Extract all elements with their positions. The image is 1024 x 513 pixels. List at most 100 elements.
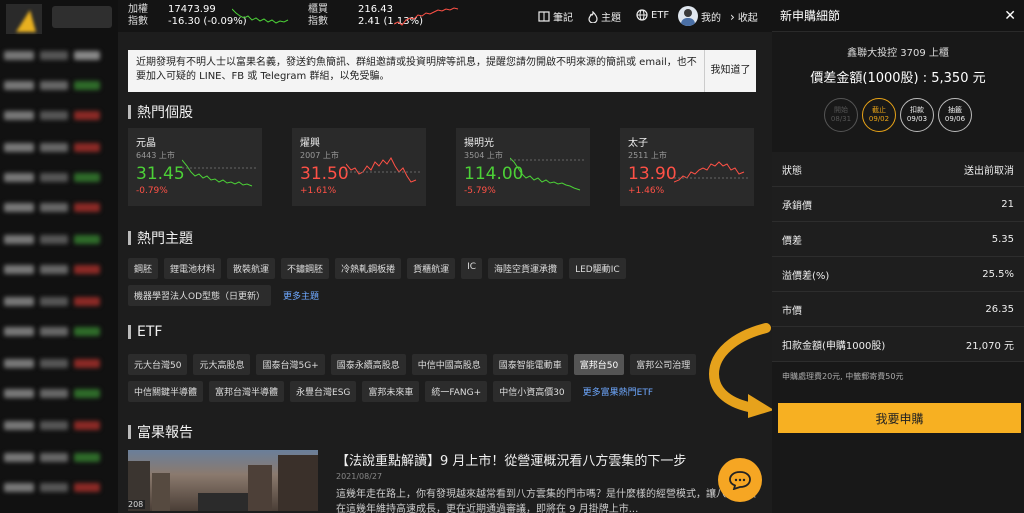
main-content: 近期發現有不明人士以富果名義，發送釣魚簡訊、群組邀請或投資明牌等訊息，提醒您請勿… bbox=[118, 32, 772, 513]
sidebar-row[interactable] bbox=[4, 232, 100, 246]
article-image[interactable]: 208 bbox=[128, 450, 318, 511]
topic-chip[interactable]: 不鏽鋼胚 bbox=[281, 258, 330, 279]
etf-chip[interactable]: 富邦台50 bbox=[573, 354, 625, 375]
notice-text: 近期發現有不明人士以富果名義，發送釣魚簡訊、群組邀請或投資明牌等訊息，提醒您請勿… bbox=[136, 57, 697, 82]
notice-ack-button[interactable]: 我知道了 bbox=[704, 50, 756, 92]
row-value: 25.5% bbox=[982, 268, 1014, 280]
step-date: 09/02 bbox=[868, 115, 890, 123]
sidebar-row[interactable] bbox=[4, 140, 100, 154]
timeline-step: 抽籤 09/06 bbox=[938, 98, 972, 132]
sidebar-row[interactable] bbox=[4, 108, 100, 122]
stock-sparkline bbox=[182, 159, 256, 187]
detail-row: 市價 26.35 bbox=[772, 292, 1024, 327]
step-date: 09/03 bbox=[906, 115, 928, 123]
etf-chip[interactable]: 中信小資高價30 bbox=[493, 381, 571, 402]
topics-title: 熱門主題 bbox=[137, 231, 193, 247]
topic-chip[interactable]: 散裝航運 bbox=[227, 258, 276, 279]
sidebar-row[interactable] bbox=[4, 324, 100, 338]
etf-chips: 元大台灣50 元大高股息 國泰台灣5G+ 國泰永續高股息 中信中國高股息 國泰智… bbox=[128, 354, 758, 402]
stock-card[interactable]: 元晶 6443 上市 31.45 -0.79% bbox=[128, 128, 262, 206]
profile-menu[interactable]: 我的 bbox=[678, 6, 721, 26]
section-title: 熱門主題 bbox=[128, 228, 193, 248]
topic-chip[interactable]: 機器學習法人OD型態（日更新） bbox=[128, 285, 272, 306]
article-title[interactable]: 【法說重點解讀】9 月上市！從營運概況看八方雲集的下一步 bbox=[336, 450, 686, 469]
chat-button[interactable] bbox=[718, 458, 762, 502]
etf-chip[interactable]: 國泰台灣5G+ bbox=[256, 354, 325, 375]
article-date: 2021/08/27 bbox=[336, 472, 383, 481]
topic-chip[interactable]: 貨櫃航運 bbox=[407, 258, 456, 279]
sidebar-row[interactable] bbox=[4, 356, 100, 370]
etf-chip[interactable]: 中信中國高股息 bbox=[411, 354, 487, 375]
topic-chip[interactable]: IC bbox=[461, 258, 483, 279]
index-name-2: 指數 bbox=[128, 16, 148, 27]
topic-chip[interactable]: 冷熱軋鋼板捲 bbox=[335, 258, 402, 279]
phishing-notice: 近期發現有不明人士以富果名義，發送釣魚簡訊、群組邀請或投資明牌等訊息，提醒您請勿… bbox=[128, 50, 756, 92]
sidebar-row[interactable] bbox=[4, 386, 100, 400]
etf-chip[interactable]: 永豐台灣ESG bbox=[290, 381, 357, 402]
sidebar-row[interactable] bbox=[4, 480, 100, 494]
fee-note: 申購處理費20元, 中籤郵寄費50元 bbox=[782, 372, 904, 381]
row-label: 市價 bbox=[782, 305, 802, 317]
more-topics-link[interactable]: 更多主題 bbox=[277, 285, 325, 306]
chevron-right-icon: › bbox=[730, 9, 735, 24]
taiex-sparkline bbox=[232, 8, 289, 24]
close-icon[interactable]: ✕ bbox=[1004, 8, 1016, 24]
sidebar-row[interactable] bbox=[4, 170, 100, 184]
article-excerpt: 這幾年走在路上，你有發現越來越常看到八方雲集的門市嗎？是什麼樣的經營模式，讓八方… bbox=[336, 489, 756, 513]
etf-chip[interactable]: 統一FANG+ bbox=[425, 381, 488, 402]
sidebar-row[interactable] bbox=[4, 48, 100, 62]
topic-chip[interactable]: 鋰電池材料 bbox=[164, 258, 222, 279]
etf-chip[interactable]: 富邦公司治理 bbox=[630, 354, 697, 375]
logo-mark-icon bbox=[16, 10, 36, 32]
sidebar-row[interactable] bbox=[4, 78, 100, 92]
taiex-index[interactable]: 加權 指數 17473.99 -16.30 (-0.09%) bbox=[128, 4, 247, 28]
sidebar-row[interactable] bbox=[4, 450, 100, 464]
topic-chip[interactable]: LED驅動IC bbox=[569, 258, 626, 279]
etf-chip[interactable]: 元大台灣50 bbox=[128, 354, 188, 375]
row-label: 扣款金額(申購1000股) bbox=[782, 340, 886, 352]
etf-chip[interactable]: 元大高股息 bbox=[193, 354, 251, 375]
stock-name: 揚明光 bbox=[464, 138, 494, 149]
sidebar-row[interactable] bbox=[4, 294, 100, 308]
step-label: 扣款 bbox=[910, 106, 924, 114]
row-label: 價差 bbox=[782, 235, 802, 247]
stock-name: 太子 bbox=[628, 138, 648, 149]
subscribe-button[interactable]: 我要申購 bbox=[778, 403, 1021, 433]
topic-chip[interactable]: 海陸空貨運承攬 bbox=[488, 258, 564, 279]
etf-menu[interactable]: ETF bbox=[636, 9, 669, 21]
sidebar-row[interactable] bbox=[4, 262, 100, 276]
book-icon bbox=[538, 11, 550, 22]
stock-card[interactable]: 太子 2511 上市 13.90 +1.46% bbox=[620, 128, 754, 206]
more-etf-link[interactable]: 更多富果熱門ETF bbox=[577, 381, 659, 402]
etf-chip[interactable]: 富邦台灣半導體 bbox=[209, 381, 285, 402]
etf-chip[interactable]: 富邦未來車 bbox=[362, 381, 420, 402]
stock-card[interactable]: 揚明光 3504 上市 114.00 -5.79% bbox=[456, 128, 590, 206]
step-date: 08/31 bbox=[830, 115, 852, 123]
index-name: 櫃買 bbox=[308, 4, 328, 15]
sidebar-search[interactable] bbox=[52, 6, 112, 28]
collapse-button[interactable]: › 收起 bbox=[730, 9, 758, 25]
etf-chip[interactable]: 國泰永續高股息 bbox=[330, 354, 406, 375]
etf-chip[interactable]: 中信關鍵半導體 bbox=[128, 381, 204, 402]
topic-chip[interactable]: 鋼胚 bbox=[128, 258, 159, 279]
ipo-timeline: 開始 08/31 截止 09/02 扣款 09/03 抽籤 09/06 bbox=[772, 98, 1024, 132]
sidebar-row[interactable] bbox=[4, 418, 100, 432]
otc-sparkline bbox=[394, 7, 459, 26]
row-value: 21 bbox=[1001, 198, 1014, 210]
otc-index[interactable]: 櫃買 指數 216.43 2.41 (1.13%) bbox=[308, 4, 423, 28]
flame-icon bbox=[588, 10, 598, 23]
stock-sparkline bbox=[674, 161, 748, 183]
brand-logo[interactable] bbox=[6, 4, 42, 34]
collapse-label: 收起 bbox=[737, 13, 758, 24]
timeline-step: 開始 08/31 bbox=[824, 98, 858, 132]
report-title: 富果報告 bbox=[137, 425, 193, 441]
topics-menu[interactable]: 主題 bbox=[588, 9, 621, 24]
index-name: 加權 bbox=[128, 4, 148, 15]
section-title: ETF bbox=[128, 324, 162, 340]
sidebar-row[interactable] bbox=[4, 200, 100, 214]
etf-chip[interactable]: 國泰智能電動車 bbox=[492, 354, 568, 375]
notes-menu[interactable]: 筆記 bbox=[538, 9, 573, 24]
stock-card[interactable]: 燿興 2007 上市 31.50 +1.61% bbox=[292, 128, 426, 206]
row-value: 26.35 bbox=[985, 303, 1014, 315]
panel-title: 新申購細節 bbox=[780, 9, 841, 23]
